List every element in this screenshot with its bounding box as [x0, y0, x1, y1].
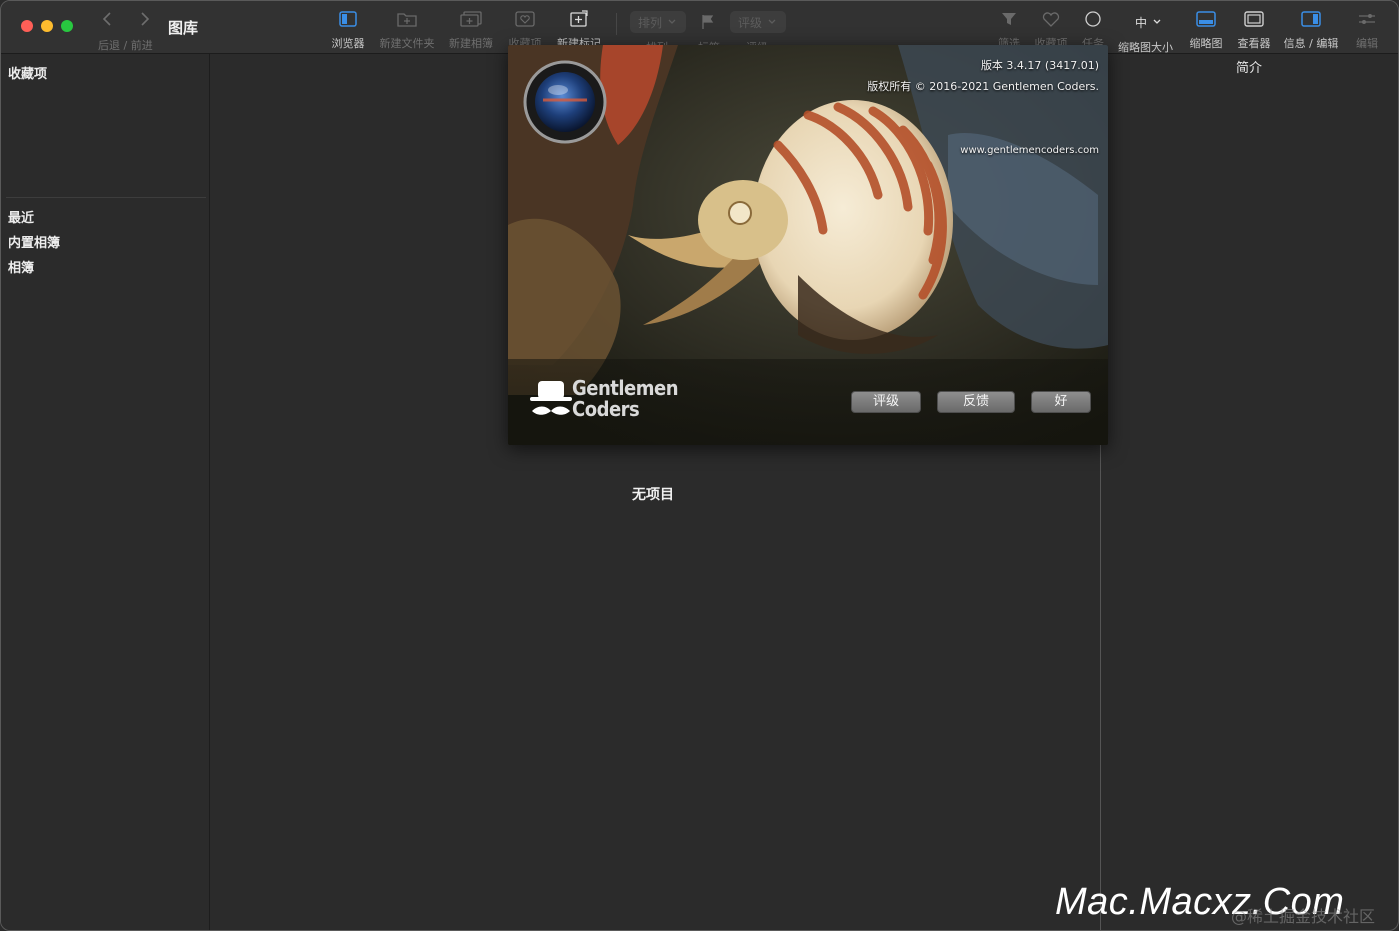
- watermark-subtext: @稀土掘金技术社区: [1231, 907, 1376, 926]
- zoom-window-button[interactable]: [61, 20, 73, 32]
- chevron-down-icon: [768, 19, 776, 24]
- rate-button[interactable]: 评级: [851, 391, 921, 413]
- copyright-text: 版权所有 © 2016-2021 Gentlemen Coders.: [867, 80, 1099, 93]
- rating-popup[interactable]: 评级: [730, 11, 786, 33]
- viewer-icon: [1222, 7, 1286, 31]
- browser-icon: [316, 7, 380, 31]
- forward-chevron-icon[interactable]: [140, 11, 150, 32]
- sidebar-item-builtin-albums[interactable]: 内置相簿: [8, 232, 60, 251]
- browser-button[interactable]: 浏览器: [316, 7, 380, 51]
- website-link[interactable]: www.gentlemencoders.com: [960, 145, 1099, 156]
- chevron-down-icon: [668, 19, 676, 24]
- sidebar-divider: [6, 197, 206, 198]
- flag-icon[interactable]: [701, 14, 715, 34]
- sidebar-item-albums[interactable]: 相簿: [8, 257, 34, 276]
- sidebar-section-favorites[interactable]: 收藏项: [8, 63, 47, 82]
- thumbnail-size-label: 缩略图大小: [1118, 41, 1173, 54]
- sidebar-right-icon: [1279, 7, 1343, 31]
- app-window: 后退 / 前进 图库 浏览器 新建文件夹 新建相簿 收藏项 新建标记 排列 评级…: [0, 0, 1399, 931]
- viewer-button[interactable]: 查看器: [1222, 7, 1286, 51]
- sort-popup[interactable]: 排列: [630, 11, 686, 33]
- tag-plus-icon: [547, 7, 611, 31]
- window-title: 图库: [168, 19, 199, 37]
- chevron-down-icon: [1153, 19, 1161, 24]
- ok-button[interactable]: 好: [1031, 391, 1091, 413]
- nav-label: 后退 / 前进: [98, 39, 153, 52]
- about-dialog: 版本 3.4.17 (3417.01) 版权所有 © 2016-2021 Gen…: [508, 45, 1108, 445]
- new-folder-button[interactable]: 新建文件夹: [375, 7, 439, 51]
- empty-state-text: 无项目: [632, 487, 674, 503]
- info-edit-button[interactable]: 信息 / 编辑: [1279, 7, 1343, 51]
- version-text: 版本 3.4.17 (3417.01): [980, 59, 1099, 72]
- circle-icon: [1061, 7, 1125, 31]
- back-chevron-icon[interactable]: [102, 11, 112, 32]
- toolbar-separator: [616, 13, 617, 35]
- close-window-button[interactable]: [21, 20, 33, 32]
- sliders-icon: [1335, 7, 1398, 31]
- logo-text-coders: Coders: [572, 397, 640, 421]
- feedback-button[interactable]: 反馈: [937, 391, 1015, 413]
- edit-button[interactable]: 编辑: [1335, 7, 1398, 51]
- inspector-title: 简介: [1236, 61, 1263, 76]
- thumbnail-size-popup[interactable]: 中: [1127, 11, 1169, 33]
- folder-plus-icon: [375, 7, 439, 31]
- minimize-window-button[interactable]: [41, 20, 53, 32]
- sidebar: 收藏项 最近 内置相簿 相簿: [1, 54, 210, 930]
- sidebar-item-recent[interactable]: 最近: [8, 207, 34, 226]
